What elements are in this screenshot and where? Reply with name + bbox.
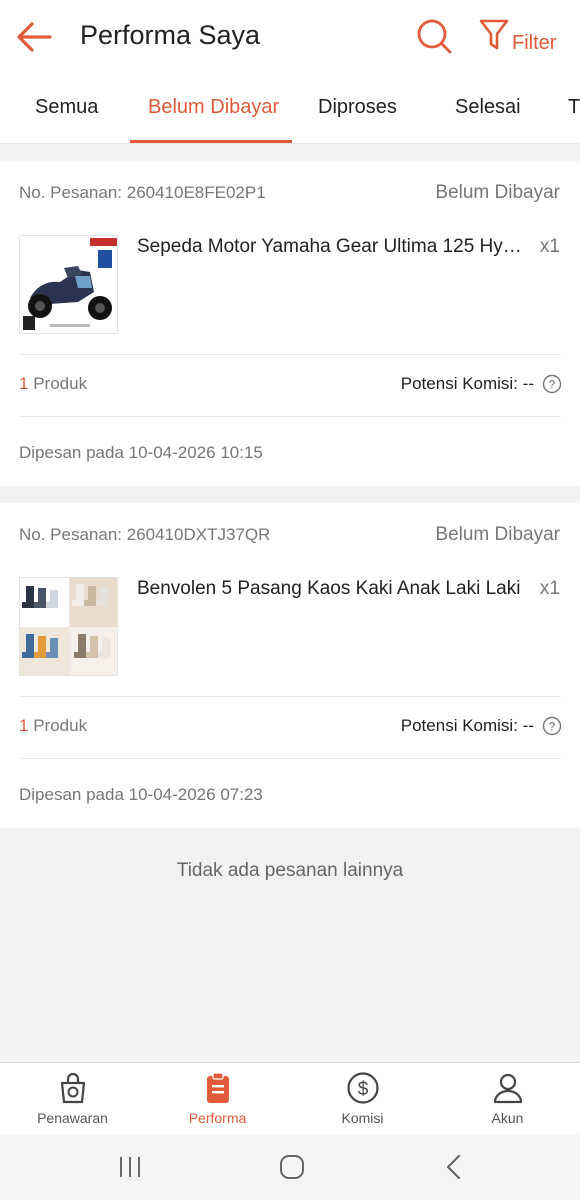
- system-navigation-bar: [0, 1134, 580, 1200]
- tab-partial[interactable]: T: [568, 96, 580, 119]
- user-icon: [493, 1073, 523, 1104]
- order-date: Dipesan pada 10-04-2026 07:23: [19, 785, 263, 804]
- order-number: No. Pesanan: 260410DXTJ37QR: [19, 525, 271, 544]
- product-quantity: x1: [539, 236, 560, 257]
- commission-info: Potensi Komisi: -- ?: [401, 374, 562, 394]
- nav-akun[interactable]: Akun: [435, 1063, 580, 1135]
- help-icon[interactable]: ?: [542, 374, 562, 394]
- divider: [19, 354, 561, 355]
- search-icon: [417, 19, 452, 54]
- filter-label: Filter: [512, 32, 557, 54]
- divider: [19, 758, 561, 759]
- tab-selesai[interactable]: Selesai: [455, 96, 521, 119]
- active-tab-indicator: [130, 140, 292, 143]
- order-number: No. Pesanan: 260410E8FE02P1: [19, 183, 266, 202]
- product-count-number: 1: [19, 716, 29, 735]
- filter-icon: [479, 19, 509, 50]
- arrow-left-icon: [17, 22, 52, 52]
- divider: [19, 416, 561, 417]
- nav-performa[interactable]: Performa: [145, 1063, 290, 1135]
- tab-semua[interactable]: Semua: [35, 96, 98, 119]
- page-title: Performa Saya: [80, 20, 261, 50]
- back-button[interactable]: [16, 20, 54, 54]
- product-name: Benvolen 5 Pasang Kaos Kaki Anak Laki La…: [137, 578, 521, 599]
- product-count-label: Produk: [33, 374, 88, 393]
- commission-value: --: [522, 374, 534, 393]
- app-header: Performa Saya Filter: [0, 0, 580, 72]
- clipboard-icon: [207, 1072, 229, 1103]
- nav-label: Komisi: [341, 1110, 384, 1126]
- svg-text:?: ?: [549, 720, 556, 734]
- offer-bag-icon: [60, 1072, 86, 1104]
- product-count: 1 Produk: [19, 374, 87, 394]
- filter-button[interactable]: Filter: [478, 18, 556, 58]
- order-card[interactable]: No. Pesanan: 260410DXTJ37QR Belum Dibaya…: [0, 503, 580, 828]
- recent-apps-icon[interactable]: [114, 1152, 146, 1182]
- end-of-list-message: Tidak ada pesanan lainnya: [176, 860, 404, 881]
- product-count: 1 Produk: [19, 716, 87, 736]
- commission-info: Potensi Komisi: -- ?: [401, 716, 562, 736]
- nav-komisi[interactable]: $ Komisi: [290, 1063, 435, 1135]
- nav-label: Akun: [491, 1110, 524, 1126]
- product-quantity: x1: [539, 578, 560, 599]
- product-count-number: 1: [19, 374, 29, 393]
- nav-label: Penawaran: [37, 1110, 108, 1126]
- commission-label: Potensi Komisi:: [400, 716, 518, 735]
- system-back-icon[interactable]: [438, 1152, 470, 1182]
- tab-diproses[interactable]: Diproses: [318, 96, 397, 119]
- nav-penawaran[interactable]: Penawaran: [0, 1063, 145, 1135]
- commission-value: --: [522, 716, 534, 735]
- dollar-coin-icon: $: [347, 1072, 379, 1104]
- home-icon[interactable]: [276, 1152, 308, 1182]
- nav-label: Performa: [188, 1110, 247, 1126]
- help-icon[interactable]: ?: [542, 716, 562, 736]
- order-date: Dipesan pada 10-04-2026 10:15: [19, 443, 263, 462]
- search-button[interactable]: [414, 16, 454, 56]
- order-card[interactable]: No. Pesanan: 260410E8FE02P1 Belum Dibaya…: [0, 161, 580, 486]
- commission-label: Potensi Komisi:: [400, 374, 518, 393]
- product-count-label: Produk: [33, 716, 88, 735]
- svg-text:$: $: [358, 1079, 369, 1100]
- order-status: Belum Dibayar: [435, 182, 560, 203]
- svg-text:?: ?: [549, 378, 556, 392]
- status-tabs: Semua Belum Dibayar Diproses Selesai T: [0, 72, 580, 144]
- bottom-navigation: Penawaran Performa $ Komisi Akun: [0, 1062, 580, 1134]
- tab-belum-dibayar[interactable]: Belum Dibayar: [148, 96, 279, 119]
- product-name: Sepeda Motor Yamaha Gear Ultima 125 Hybr…: [137, 236, 522, 257]
- divider: [19, 696, 561, 697]
- product-image: [19, 235, 118, 334]
- order-status: Belum Dibayar: [435, 524, 560, 545]
- product-image: [19, 577, 118, 676]
